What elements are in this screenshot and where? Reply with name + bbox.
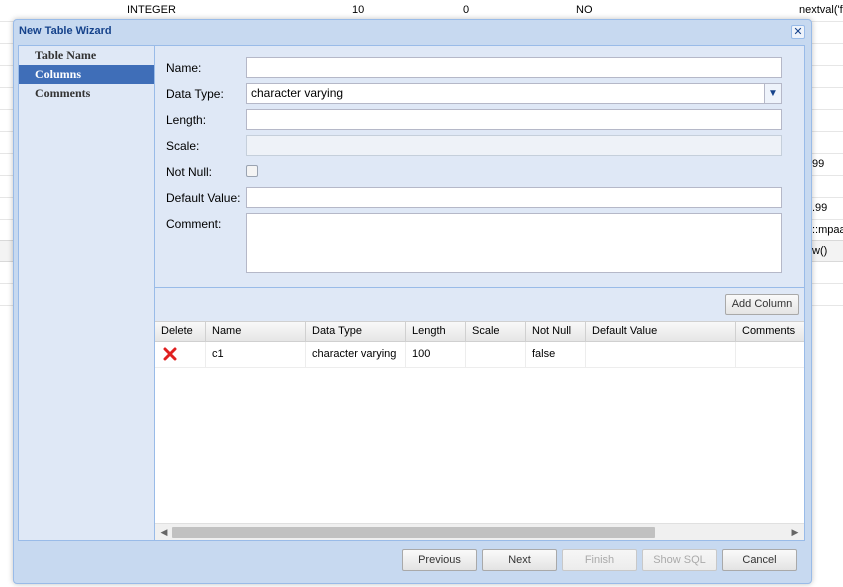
nav-item-table-name[interactable]: Table Name xyxy=(19,46,154,65)
scale-label: Scale: xyxy=(166,139,200,153)
wizard-step-nav: Table Name Columns Comments xyxy=(18,45,155,541)
column-header-data-type[interactable]: Data Type xyxy=(306,322,406,342)
length-input[interactable] xyxy=(246,109,782,130)
close-button[interactable]: ✕ xyxy=(791,25,805,39)
columns-grid-panel: Add Column Delete Name Data Type Length … xyxy=(154,288,805,541)
row-not-null-cell: false xyxy=(526,342,586,368)
red-x-icon[interactable] xyxy=(163,347,177,361)
arrow-left-icon[interactable]: ◀ xyxy=(158,526,170,538)
default-value-input[interactable] xyxy=(246,187,782,208)
row-length-cell: 100 xyxy=(406,342,466,368)
notnull-label: Not Null: xyxy=(166,165,213,179)
datatype-label: Data Type: xyxy=(166,87,224,101)
dialog-title: New Table Wizard xyxy=(19,25,112,37)
finish-button[interactable]: Finish xyxy=(562,549,637,571)
row-data-type-cell: character varying xyxy=(306,342,406,368)
arrow-right-icon[interactable]: ▶ xyxy=(789,526,801,538)
new-table-wizard-dialog: New Table Wizard ✕ Table Name Columns Co… xyxy=(13,19,812,584)
column-header-default-value[interactable]: Default Value xyxy=(586,322,736,342)
nav-item-columns[interactable]: Columns xyxy=(19,65,154,84)
bg-type-cell: INTEGER xyxy=(127,4,176,16)
datatype-select[interactable]: character varying ▼ xyxy=(246,83,782,104)
scale-input[interactable] xyxy=(246,135,782,156)
bg-partial-text: .99 xyxy=(812,202,828,214)
bg-partial-text: 99 xyxy=(812,158,825,170)
close-icon: ✕ xyxy=(793,26,803,38)
row-default-value-cell xyxy=(586,342,736,368)
bg-length-cell: 10 xyxy=(352,4,365,16)
column-header-name[interactable]: Name xyxy=(206,322,306,342)
horizontal-scrollbar[interactable]: ◀ ▶ xyxy=(155,523,804,540)
row-scale-cell xyxy=(466,342,526,368)
bg-partial-text: w() xyxy=(812,245,828,257)
show-sql-button[interactable]: Show SQL xyxy=(642,549,717,571)
length-label: Length: xyxy=(166,113,207,127)
comment-textarea[interactable] xyxy=(246,213,782,273)
default-value-label: Default Value: xyxy=(166,191,241,205)
grid-toolbar: Add Column xyxy=(155,288,804,321)
row-comments-cell xyxy=(736,342,804,368)
bg-scale-cell: 0 xyxy=(463,4,470,16)
notnull-checkbox[interactable] xyxy=(246,165,258,177)
name-input[interactable] xyxy=(246,57,782,78)
bg-partial-text: ::mpaa xyxy=(812,224,843,236)
bg-default-cell: nextval('f xyxy=(799,4,843,16)
column-header-not-null[interactable]: Not Null xyxy=(526,322,586,342)
column-header-comments[interactable]: Comments xyxy=(736,322,804,342)
chevron-down-icon[interactable]: ▼ xyxy=(764,84,781,103)
cancel-button[interactable]: Cancel xyxy=(722,549,797,571)
nav-item-comments[interactable]: Comments xyxy=(19,84,154,103)
column-header-scale[interactable]: Scale xyxy=(466,322,526,342)
datatype-value: character varying xyxy=(251,86,344,100)
delete-cell xyxy=(155,342,206,368)
add-column-button[interactable]: Add Column xyxy=(725,294,799,315)
scrollbar-thumb[interactable] xyxy=(172,527,655,538)
column-form: Name: Data Type: character varying ▼ Len… xyxy=(154,45,805,288)
next-button[interactable]: Next xyxy=(482,549,557,571)
comment-label: Comment: xyxy=(166,217,222,231)
grid-header: Delete Name Data Type Length Scale Not N… xyxy=(155,321,804,342)
bg-notnull-cell: NO xyxy=(576,4,593,16)
row-name-cell: c1 xyxy=(206,342,306,368)
table-row[interactable]: c1 character varying 100 false xyxy=(155,342,804,368)
previous-button[interactable]: Previous xyxy=(402,549,477,571)
column-header-delete[interactable]: Delete xyxy=(155,322,206,342)
dialog-title-bar[interactable]: New Table Wizard ✕ xyxy=(14,20,811,42)
name-label: Name: xyxy=(166,61,202,75)
column-header-length[interactable]: Length xyxy=(406,322,466,342)
